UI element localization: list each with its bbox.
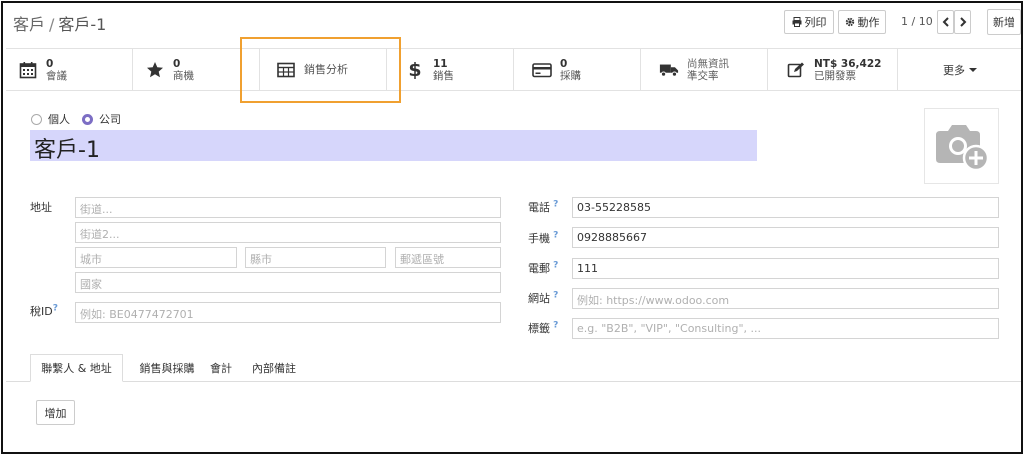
website-input[interactable]: 例如: https://www.odoo.com <box>572 288 999 309</box>
email-input[interactable]: 111 <box>572 258 999 279</box>
help-icon[interactable]: ? <box>550 320 558 330</box>
edit-icon <box>786 60 806 80</box>
calendar-icon <box>18 60 38 80</box>
street-input[interactable]: 街道... <box>75 197 501 218</box>
print-icon <box>792 17 801 27</box>
action-button[interactable]: 動作 <box>838 10 886 34</box>
mobile-input[interactable]: 0928885667 <box>572 227 999 248</box>
smart-button-label: 已開發票 <box>814 69 856 82</box>
website-label: 網站 ? <box>528 290 558 306</box>
action-label: 動作 <box>857 16 880 29</box>
radio-company[interactable] <box>82 113 93 125</box>
smart-button-meetings[interactable]: 0 會議 <box>6 49 133 90</box>
email-label-text: 電郵 <box>528 262 550 275</box>
print-label: 列印 <box>804 16 827 29</box>
smart-button-value: 尚無資訊 <box>687 57 729 70</box>
state-input[interactable]: 縣市 <box>245 247 386 268</box>
smart-button-more[interactable]: 更多 <box>898 49 1021 90</box>
smart-button-label: 會議 <box>46 69 67 82</box>
highlight-box <box>240 37 401 103</box>
address-label: 地址 <box>30 201 52 214</box>
zip-input[interactable]: 郵遞區號 <box>395 247 501 268</box>
add-contact-button[interactable]: 增加 <box>36 400 75 425</box>
name-input[interactable]: 客戶-1 <box>30 130 757 163</box>
radio-individual-label: 個人 <box>48 113 70 126</box>
pager-next-button[interactable] <box>954 10 971 34</box>
tab-contacts-addresses[interactable]: 聯繫人 & 地址 <box>30 354 123 382</box>
app-window: 客戶 / 客戶-1 列印 動作 1 / 10 新增 0 會議 0 商機 銷售分析… <box>1 1 1023 454</box>
smart-button-label: 銷售 <box>433 69 454 82</box>
tax-id-label-text: 稅ID <box>30 305 53 318</box>
tax-id-label: 稅ID? <box>30 303 58 319</box>
website-label-text: 網站 <box>528 292 550 305</box>
smart-button-bar: 0 會議 0 商機 銷售分析 $ 11 銷售 0 採購 尚無資訊 準交率 NT$… <box>6 48 1021 91</box>
city-input[interactable]: 城市 <box>75 247 237 268</box>
new-label: 新增 <box>993 16 1015 29</box>
notebook-tabs: 聯繫人 & 地址 銷售與採購 會計 內部備註 <box>6 354 1021 382</box>
company-type-radio: 個人 公司 <box>31 111 121 127</box>
country-input[interactable]: 國家 <box>75 272 501 293</box>
smart-button-value: 0 <box>173 57 181 70</box>
chevron-left-icon <box>942 17 949 27</box>
pager-value: 1 / 10 <box>901 15 933 28</box>
smart-button-label: 準交率 <box>687 69 719 82</box>
help-icon[interactable]: ? <box>550 230 558 240</box>
dollar-icon: $ <box>408 58 422 81</box>
tags-input[interactable]: e.g. "B2B", "VIP", "Consulting", ... <box>572 318 999 339</box>
breadcrumb: 客戶 / 客戶-1 <box>13 11 106 35</box>
chevron-right-icon <box>959 17 966 27</box>
smart-button-value: 0 <box>560 57 568 70</box>
smart-button-value: 11 <box>433 57 448 70</box>
credit-card-icon <box>532 60 552 80</box>
new-button[interactable]: 新增 <box>987 9 1021 35</box>
smart-button-invoiced[interactable]: NT$ 36,422 已開發票 <box>768 49 898 90</box>
smart-button-on-time-rate[interactable]: 尚無資訊 準交率 <box>641 49 768 90</box>
phone-label: 電話 ? <box>528 199 558 215</box>
caret-down-icon <box>969 67 977 72</box>
smart-button-value: NT$ 36,422 <box>814 57 882 70</box>
camera-plus-icon <box>935 125 989 171</box>
email-label: 電郵 ? <box>528 260 558 276</box>
mobile-label-text: 手機 <box>528 232 550 245</box>
more-label: 更多 <box>943 63 965 77</box>
mobile-label: 手機 ? <box>528 230 558 246</box>
radio-individual[interactable] <box>31 113 42 125</box>
tab-internal-notes[interactable]: 內部備註 <box>244 354 304 382</box>
breadcrumb-current: 客戶-1 <box>58 15 107 34</box>
tags-label-text: 標籤 <box>528 322 550 335</box>
phone-label-text: 電話 <box>528 201 550 214</box>
help-icon[interactable]: ? <box>550 260 558 270</box>
help-icon[interactable]: ? <box>550 290 558 300</box>
phone-input[interactable]: 03-55228585 <box>572 197 999 218</box>
print-button[interactable]: 列印 <box>784 10 834 34</box>
pager-previous-button[interactable] <box>937 10 954 34</box>
street2-input[interactable]: 街道2... <box>75 222 501 243</box>
smart-button-purchases[interactable]: 0 採購 <box>514 49 641 90</box>
star-icon <box>145 60 165 80</box>
smart-button-value: 0 <box>46 57 54 70</box>
avatar-upload[interactable] <box>924 108 999 184</box>
smart-button-label: 採購 <box>560 69 581 82</box>
control-panel: 客戶 / 客戶-1 列印 動作 1 / 10 新增 <box>3 3 1021 39</box>
radio-company-label: 公司 <box>99 113 121 126</box>
smart-button-label: 商機 <box>173 69 194 82</box>
truck-icon <box>659 60 679 80</box>
help-icon[interactable]: ? <box>550 199 558 209</box>
gear-icon <box>845 17 854 27</box>
tax-id-input[interactable]: 例如: BE0477472701 <box>75 302 501 323</box>
help-icon[interactable]: ? <box>53 303 58 313</box>
tags-label: 標籤 ? <box>528 320 558 336</box>
tab-sales-purchase[interactable]: 銷售與採購 <box>126 354 208 382</box>
tab-accounting[interactable]: 會計 <box>200 354 242 382</box>
breadcrumb-separator: / <box>49 15 55 34</box>
smart-button-sales[interactable]: $ 11 銷售 <box>387 49 514 90</box>
breadcrumb-parent[interactable]: 客戶 <box>13 15 45 34</box>
